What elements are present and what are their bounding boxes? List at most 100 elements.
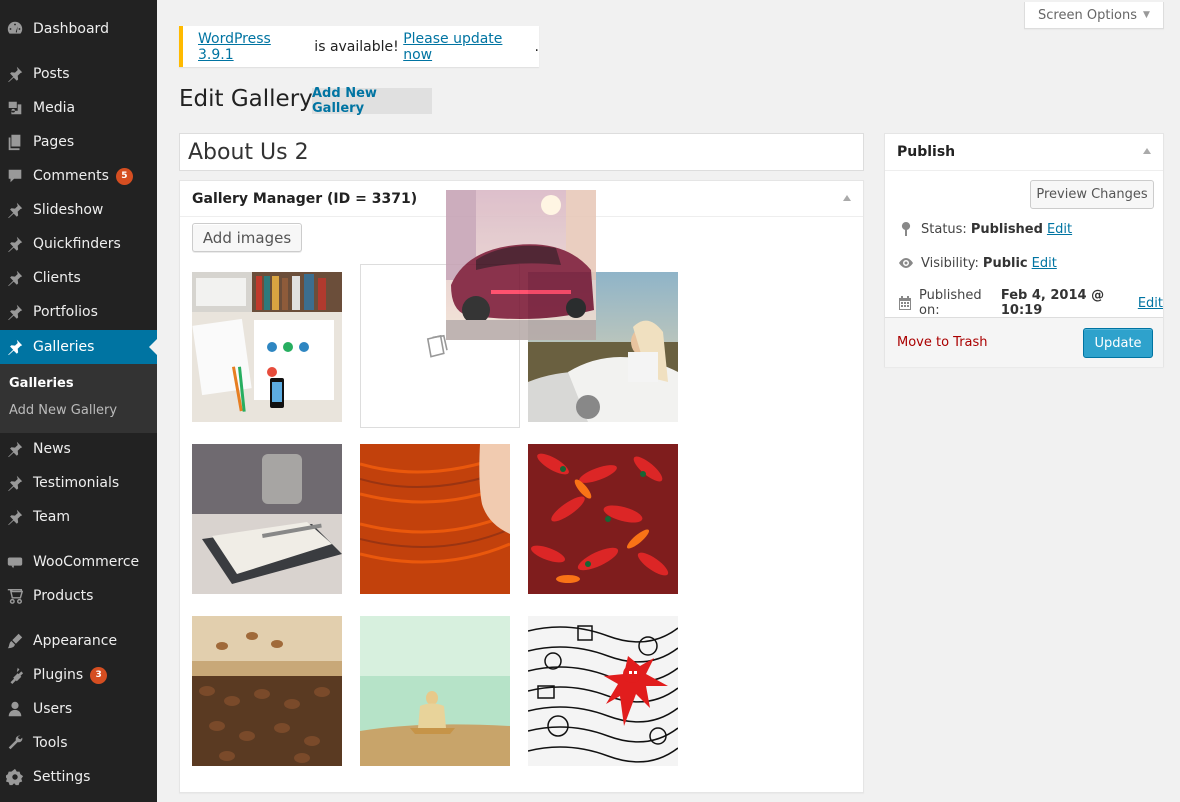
menu-label: News [33,441,71,457]
pin-location-icon [897,220,915,238]
gallery-image-red-hair[interactable] [360,444,510,594]
menu-label: Appearance [33,633,118,649]
add-new-gallery-button[interactable]: Add New Gallery [312,86,432,116]
screen-options-label: Screen Options [1038,7,1138,23]
menu-label: Quickfinders [33,236,121,252]
update-notice-text: is available! [309,38,404,55]
preview-changes-button[interactable]: Preview Changes [1030,180,1154,209]
publish-box: Publish Preview Changes Status: Publishe… [884,133,1164,367]
menu-dashboard[interactable]: Dashboard [0,12,157,46]
gallery-image-coffee-beans[interactable] [192,616,342,766]
menu-users[interactable]: Users [0,692,157,726]
settings-icon [5,767,25,787]
media-icon [5,98,25,118]
menu-label: WooCommerce [33,554,140,570]
pin-icon [5,268,25,288]
menu-products[interactable]: Products [0,579,157,613]
status-label: Status: [921,221,967,237]
menu-label: Plugins [33,667,84,683]
menu-label: Slideshow [33,202,104,218]
menu-tools[interactable]: Tools [0,726,157,760]
menu-label: Users [33,701,73,717]
update-now-link[interactable]: Please update now [403,31,534,63]
status-row: Status: Published Edit [897,220,1072,238]
visibility-label: Visibility: [921,255,979,271]
menu-woocommerce[interactable]: WooCommerce [0,545,157,579]
menu-posts[interactable]: Posts [0,57,157,91]
gallery-image-chili-peppers[interactable] [528,444,678,594]
menu-label: Team [33,509,71,525]
menu-plugins[interactable]: Plugins 3 [0,658,157,692]
visibility-edit-link[interactable]: Edit [1032,256,1057,271]
gallery-title-input[interactable]: About Us 2 [179,133,864,171]
pin-icon [5,337,25,357]
menu-portfolios[interactable]: Portfolios [0,295,157,329]
menu-news[interactable]: News [0,432,157,466]
collapse-arrow-icon[interactable] [1143,148,1151,154]
comments-icon [5,166,25,186]
caret-down-icon: ▼ [1143,10,1150,20]
submenu-galleries[interactable]: Galleries [9,376,74,391]
pin-icon [5,200,25,220]
pin-icon [5,302,25,322]
menu-testimonials[interactable]: Testimonials [0,466,157,500]
status-edit-link[interactable]: Edit [1047,222,1072,237]
menu-quickfinders[interactable]: Quickfinders [0,227,157,261]
published-on-edit-link[interactable]: Edit [1138,296,1163,311]
gallery-image-notebook[interactable] [192,444,342,594]
eye-icon [897,254,915,272]
publish-title: Publish [897,144,956,160]
pin-icon [5,64,25,84]
gallery-image-person-by-sea[interactable] [360,616,510,766]
gallery-image-desk[interactable] [192,272,342,422]
pin-icon [5,507,25,527]
menu-label: Products [33,588,94,604]
move-to-trash-link[interactable]: Move to Trash [897,335,988,350]
screen-options-button[interactable]: Screen Options ▼ [1024,2,1164,29]
wordpress-version-link[interactable]: WordPress 3.9.1 [198,31,310,63]
submenu-add-new-gallery[interactable]: Add New Gallery [9,403,117,418]
published-on-value: Feb 4, 2014 @ 10:19 [1000,288,1105,318]
pin-icon [5,234,25,254]
published-on-row: Published on: Feb 4, 2014 @ 10:19 Edit [897,288,1163,318]
menu-label: Clients [33,270,81,286]
page-title: Edit Gallery [179,86,313,112]
cart-icon [5,586,25,606]
galleries-submenu: Galleries Add New Gallery [0,364,157,433]
menu-label: Posts [33,66,70,82]
dashboard-icon [5,19,25,39]
menu-team[interactable]: Team [0,500,157,534]
menu-settings[interactable]: Settings [0,760,157,794]
pin-icon [5,473,25,493]
add-images-button[interactable]: Add images [192,223,302,252]
menu-label: Portfolios [33,304,98,320]
menu-label: Tools [33,735,68,751]
gallery-image-doodle-art[interactable] [528,616,678,766]
update-button[interactable]: Update [1083,328,1153,358]
menu-pages[interactable]: Pages [0,125,157,159]
gallery-manager-title: Gallery Manager (ID = 3371) [192,190,418,207]
visibility-row: Visibility: Public Edit [897,254,1057,272]
published-on-label: Published on: [919,288,982,318]
menu-label: Media [33,100,76,116]
update-notice-end: . [534,38,539,55]
menu-label: Galleries [33,339,95,355]
woocommerce-icon [5,552,25,572]
dragged-image-sports-car[interactable] [446,190,596,340]
pages-icon [5,132,25,152]
plugins-icon [5,665,25,685]
menu-clients[interactable]: Clients [0,261,157,295]
menu-label: Comments [33,168,109,184]
menu-slideshow[interactable]: Slideshow [0,193,157,227]
menu-comments[interactable]: Comments 5 [0,159,157,193]
publish-header[interactable]: Publish [885,134,1163,171]
menu-galleries[interactable]: Galleries [0,330,157,364]
menu-media[interactable]: Media [0,91,157,125]
menu-appearance[interactable]: Appearance [0,624,157,658]
pin-icon [5,439,25,459]
users-icon [5,699,25,719]
collapse-arrow-icon[interactable] [843,195,851,201]
appearance-icon [5,631,25,651]
menu-label: Settings [33,769,91,785]
admin-sidebar: Dashboard Posts Media Pages Comments 5 S… [0,0,157,802]
